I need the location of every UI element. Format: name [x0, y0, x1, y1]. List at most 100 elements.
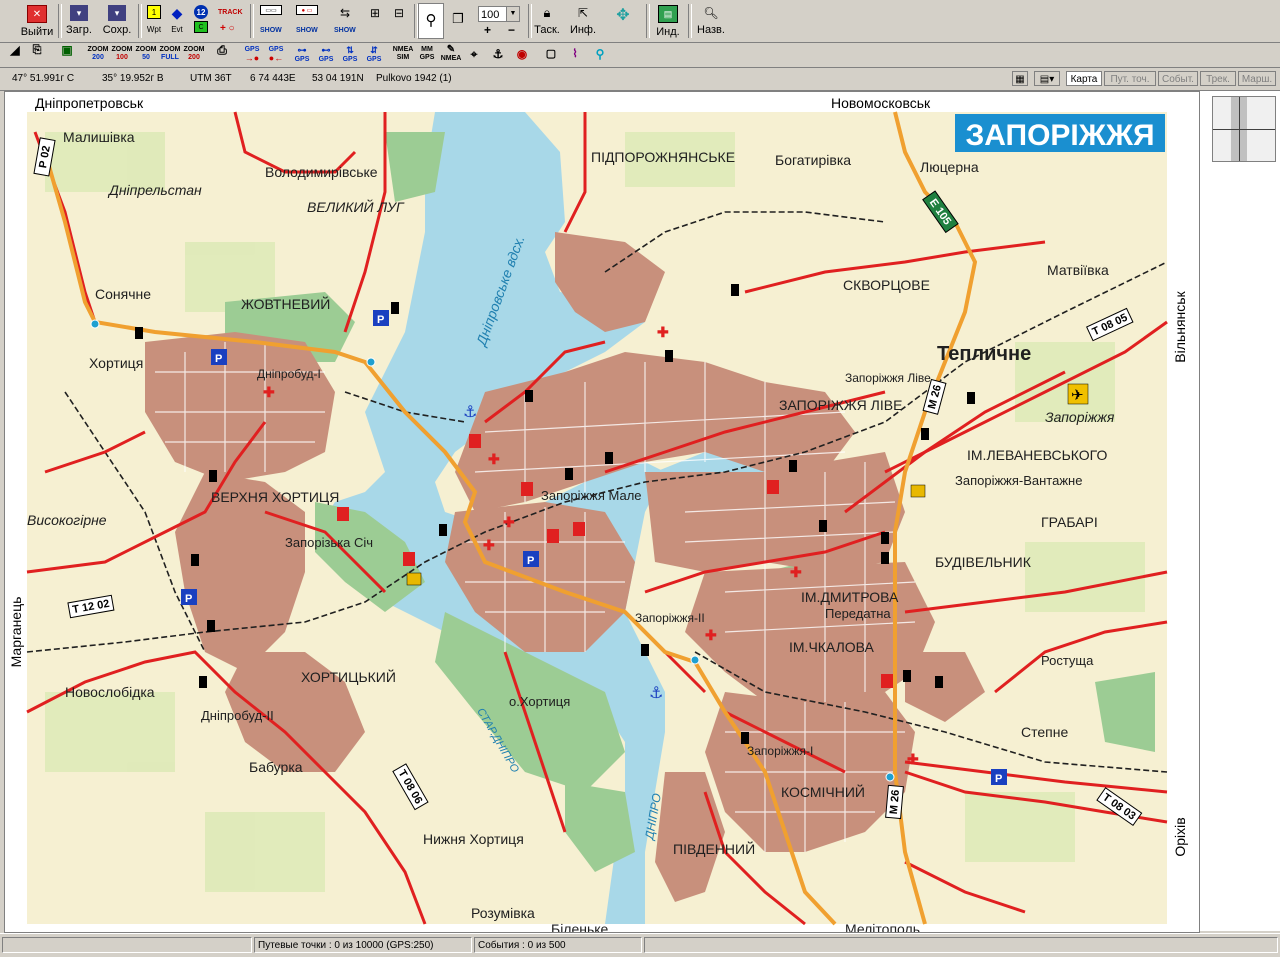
label-pivdennyi: ПІВДЕННИЙ	[673, 840, 755, 857]
ruler-icon[interactable]: ◢	[8, 44, 22, 64]
edit-icon: ⊞	[369, 6, 381, 20]
image-icon[interactable]: ▦	[1012, 71, 1028, 86]
gps-track-upload-button[interactable]: ⊶ GPS	[292, 46, 312, 64]
gps-device-icon[interactable]: ⎙	[212, 44, 232, 64]
hotel-icon	[521, 482, 533, 496]
svg-text:P: P	[995, 773, 1002, 785]
index-button[interactable]: ▤ Инд.	[652, 3, 684, 39]
tab-routes[interactable]: Марш.	[1238, 71, 1276, 86]
exit-icon: ✕	[27, 5, 47, 23]
map-svg[interactable]: Р 02 Е 105 М 26 М 26 Т 08 05 Т 12 02 Т 0…	[5, 92, 1199, 932]
window-mode-icon[interactable]: ▢	[542, 46, 560, 64]
label-rozumivka: Розумівка	[471, 905, 535, 921]
crosshair-icon[interactable]: ⌖	[466, 46, 482, 64]
gps-route-download-button[interactable]: ⇵ GPS	[364, 46, 384, 64]
hospital-icon: ✚	[263, 384, 275, 400]
info-button[interactable]: ⇱ Инф.	[568, 3, 598, 39]
svg-text:P: P	[527, 555, 534, 567]
gps-wpt-download-button[interactable]: GPS ●←	[266, 46, 286, 64]
label-orikhiv: Оріхів	[1172, 817, 1188, 856]
name-search-button[interactable]: 🔍︎ Назв.	[694, 3, 728, 39]
waypoint-show-button[interactable]: ● ▭ SHOW	[292, 3, 322, 39]
label-velykyi-luh: ВЕЛИКИЙ ЛУГ	[307, 198, 405, 215]
edit-points-button[interactable]: ⊞	[364, 3, 386, 39]
zoom-custom-button[interactable]: ZOOM 200	[182, 46, 206, 64]
event-button[interactable]: ◆ Evt	[166, 3, 188, 39]
label-o-khortytsia: о.Хортиця	[509, 694, 570, 709]
label-dnipropetrovsk: Дніпропетровськ	[35, 95, 144, 111]
zoom-100-button[interactable]: ZOOM 100	[110, 46, 134, 64]
zoom-in-icon[interactable]: +	[484, 24, 491, 36]
graph-icon[interactable]: ⌇	[566, 46, 584, 64]
route-number-button[interactable]: 12 C	[190, 3, 212, 39]
signal-icon[interactable]: ⚲	[592, 46, 608, 64]
window-button[interactable]: ❐	[446, 3, 470, 39]
hotel-icon	[337, 507, 349, 521]
label-hrabari: ГРАБАРІ	[1041, 514, 1098, 530]
tab-events[interactable]: Событ.	[1158, 71, 1198, 86]
northing-readout: 53 04 191N	[312, 73, 364, 84]
waypoint-icon: 1	[147, 5, 161, 19]
target-icon[interactable]: ◉	[514, 46, 530, 64]
tab-map[interactable]: Карта	[1066, 71, 1102, 86]
exit-button[interactable]: ✕ Выйти	[18, 3, 56, 39]
hospital-icon: ✚	[488, 451, 500, 467]
hospital-icon: ✚	[705, 627, 717, 643]
hospital-icon: ✚	[503, 514, 515, 530]
latitude-readout: 47° 51.991г С	[12, 73, 75, 84]
label-malyshivka: Малишівка	[63, 129, 135, 145]
nmea-button[interactable]: ✎ NMEA	[440, 45, 462, 64]
label-nyzhnia-khortytsia: Нижня Хортиця	[423, 831, 524, 847]
road-code-m26b: М 26	[888, 789, 902, 814]
longitude-readout: 35° 19.952г В	[102, 73, 164, 84]
line-tool-button[interactable]: ⊟	[388, 3, 410, 39]
label-vantazhne: Запоріжжя-Вантажне	[955, 473, 1082, 488]
track-add-icon: + ○	[220, 23, 235, 34]
print-icon[interactable]: ▣	[58, 44, 76, 64]
hotel-icon	[547, 529, 559, 543]
label-bohatyrivka: Богатирівка	[775, 152, 851, 168]
number-badge-icon: 12	[194, 5, 208, 19]
svg-text:P: P	[185, 593, 192, 605]
line-icon: ⊟	[393, 6, 405, 20]
label-novoslobidka: Новослобідка	[65, 684, 155, 700]
gps-track-download-button[interactable]: ⊷ GPS	[316, 46, 336, 64]
waypoint-button[interactable]: 1 Wpt	[142, 3, 166, 39]
label-zap-live2: Запоріжжя Ліве	[845, 371, 931, 385]
zoom-200-button[interactable]: ZOOM 200	[86, 46, 110, 64]
zoom-full-button[interactable]: ZOOM FULL	[158, 46, 182, 64]
label-vysokohirne: Високогірне	[27, 512, 107, 528]
svg-text:P: P	[377, 314, 384, 326]
overview-map[interactable]	[1212, 96, 1276, 162]
load-button[interactable]: ▾ Загр.	[62, 3, 96, 39]
zoom-out-icon[interactable]: −	[508, 24, 515, 36]
zoom-tool-button[interactable]: ⚲	[418, 3, 444, 39]
gps-wpt-upload-button[interactable]: GPS →●	[242, 46, 262, 64]
mm-gps-button[interactable]: MM GPS	[416, 46, 438, 64]
map-canvas[interactable]: Р 02 Е 105 М 26 М 26 Т 08 05 Т 12 02 Т 0…	[4, 91, 1200, 933]
tab-waypoints[interactable]: Пут. точ.	[1104, 71, 1156, 86]
save-disk-icon[interactable]: ▤▾	[1034, 71, 1060, 86]
save-button[interactable]: ▾ Сохр.	[100, 3, 134, 39]
pan-control[interactable]: ✥	[604, 3, 642, 39]
track-button[interactable]: TRACK + ○	[218, 3, 244, 39]
chevron-down-icon[interactable]: ▼	[506, 7, 519, 21]
gps-route-button[interactable]: ⇅ GPS	[340, 46, 360, 64]
green-square-icon: C	[194, 21, 208, 33]
anchor-icon[interactable]: ⚓︎	[490, 46, 506, 64]
label-levanevsky: ІМ.ЛЕВАНЕВСЬКОГО	[967, 447, 1107, 463]
copy-icon[interactable]: ⎘	[30, 45, 44, 64]
svg-text:P: P	[215, 353, 222, 365]
nmea-sim-button[interactable]: NMEA SIM	[392, 46, 414, 64]
hotel-icon	[881, 674, 893, 688]
tab-tracks[interactable]: Трек.	[1200, 71, 1236, 86]
load-icon: ▾	[70, 5, 88, 21]
route-show-button[interactable]: ⇆ SHOW	[330, 3, 360, 39]
drag-button[interactable]: 🔒︎ Таск.	[532, 3, 562, 39]
airport-marker: ✈︎	[1067, 383, 1089, 405]
zoom-select[interactable]: 100 ▼	[478, 6, 520, 22]
label-verkhnia-khortytsia: ВЕРХНЯ ХОРТИЦЯ	[211, 489, 339, 505]
zoom-50-button[interactable]: ZOOM 50	[134, 46, 158, 64]
label-stepne: Степне	[1021, 724, 1068, 740]
track-show-button[interactable]: ▭▭ SHOW	[256, 3, 286, 39]
